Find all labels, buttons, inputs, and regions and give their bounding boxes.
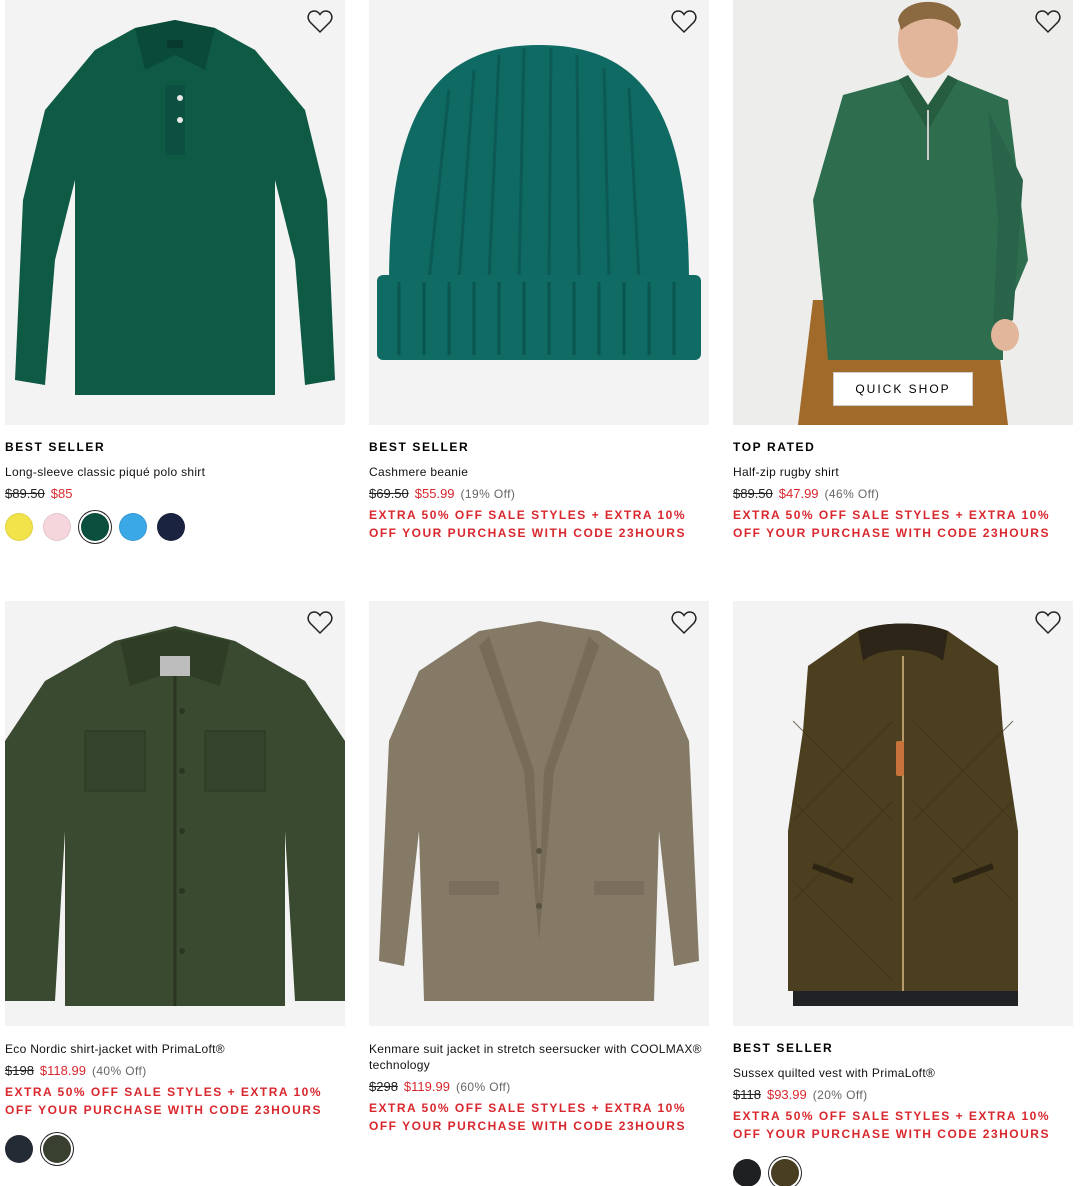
product-badge: BEST SELLER bbox=[369, 440, 470, 454]
beanie-image bbox=[369, 0, 709, 425]
price-row: $118 $93.99 (20% Off) bbox=[733, 1087, 1073, 1104]
color-swatch-olive[interactable] bbox=[43, 1135, 71, 1163]
color-swatches bbox=[733, 1159, 1073, 1186]
sale-price: $55.99 bbox=[414, 486, 455, 501]
product-image[interactable] bbox=[733, 601, 1073, 1026]
price-row: $298 $119.99 (60% Off) bbox=[369, 1079, 709, 1096]
original-price: $198 bbox=[5, 1063, 34, 1078]
sale-price: $47.99 bbox=[778, 486, 819, 501]
color-swatch-pink[interactable] bbox=[43, 513, 71, 541]
promo-text: EXTRA 50% OFF SALE STYLES + EXTRA 10% OF… bbox=[733, 1109, 1051, 1141]
product-card[interactable]: BEST SELLER Sussex quilted vest with Pri… bbox=[733, 601, 1073, 1186]
product-image[interactable] bbox=[5, 601, 345, 1026]
original-price: $118 bbox=[733, 1087, 761, 1102]
promo-text: EXTRA 50% OFF SALE STYLES + EXTRA 10% OF… bbox=[369, 508, 687, 540]
discount-percent: (46% Off) bbox=[824, 487, 880, 501]
original-price: $89.50 bbox=[733, 486, 773, 501]
product-title[interactable]: Sussex quilted vest with PrimaLoft® bbox=[733, 1065, 1073, 1081]
discount-percent: (20% Off) bbox=[812, 1088, 868, 1102]
discount-percent: (19% Off) bbox=[460, 487, 516, 501]
wishlist-heart-icon[interactable] bbox=[307, 611, 333, 635]
promo-text: EXTRA 50% OFF SALE STYLES + EXTRA 10% OF… bbox=[733, 508, 1051, 540]
product-title[interactable]: Half-zip rugby shirt bbox=[733, 464, 1073, 480]
color-swatch-olive[interactable] bbox=[771, 1159, 799, 1186]
product-title[interactable]: Long-sleeve classic piqué polo shirt bbox=[5, 464, 345, 480]
wishlist-heart-icon[interactable] bbox=[1035, 611, 1061, 635]
price-row: $89.50 $85 bbox=[5, 486, 345, 503]
original-price: $69.50 bbox=[369, 486, 409, 501]
suit-jacket-image bbox=[369, 601, 709, 1026]
quilted-vest-image bbox=[733, 601, 1073, 1026]
sale-price: $85 bbox=[50, 486, 73, 501]
color-swatch-navy[interactable] bbox=[157, 513, 185, 541]
product-badge: TOP RATED bbox=[733, 440, 816, 454]
promo-text: EXTRA 50% OFF SALE STYLES + EXTRA 10% OF… bbox=[369, 1101, 687, 1133]
color-swatches bbox=[5, 513, 345, 541]
wishlist-heart-icon[interactable] bbox=[1035, 10, 1061, 34]
product-card[interactable]: BEST SELLER Long-sleeve classic piqué po… bbox=[5, 0, 345, 541]
product-title[interactable]: Cashmere beanie bbox=[369, 464, 709, 480]
product-card[interactable]: BEST SELLER Cashmere beanie $69.50 $55.9… bbox=[369, 0, 709, 542]
product-image[interactable] bbox=[5, 0, 345, 425]
product-image[interactable]: QUICK SHOP bbox=[733, 0, 1073, 425]
product-image[interactable] bbox=[369, 601, 709, 1026]
quick-shop-button[interactable]: QUICK SHOP bbox=[833, 372, 973, 406]
product-title[interactable]: Kenmare suit jacket in stretch seersucke… bbox=[369, 1041, 709, 1073]
color-swatch-green[interactable] bbox=[81, 513, 109, 541]
shirt-jacket-image bbox=[5, 601, 345, 1026]
original-price: $298 bbox=[369, 1079, 398, 1094]
product-image[interactable] bbox=[369, 0, 709, 425]
discount-percent: (60% Off) bbox=[455, 1080, 511, 1094]
wishlist-heart-icon[interactable] bbox=[671, 611, 697, 635]
product-card[interactable]: Kenmare suit jacket in stretch seersucke… bbox=[369, 601, 709, 1135]
wishlist-heart-icon[interactable] bbox=[671, 10, 697, 34]
color-swatch-black[interactable] bbox=[733, 1159, 761, 1186]
color-swatch-yellow[interactable] bbox=[5, 513, 33, 541]
color-swatches bbox=[5, 1135, 345, 1163]
price-row: $89.50 $47.99 (46% Off) bbox=[733, 486, 1073, 503]
polo-shirt-image bbox=[5, 0, 345, 425]
promo-text: EXTRA 50% OFF SALE STYLES + EXTRA 10% OF… bbox=[5, 1085, 323, 1117]
sale-price: $93.99 bbox=[766, 1087, 807, 1102]
sale-price: $119.99 bbox=[403, 1079, 450, 1094]
sale-price: $118.99 bbox=[39, 1063, 86, 1078]
product-badge: BEST SELLER bbox=[5, 440, 106, 454]
color-swatch-blue[interactable] bbox=[119, 513, 147, 541]
wishlist-heart-icon[interactable] bbox=[307, 10, 333, 34]
half-zip-model-image bbox=[733, 0, 1073, 425]
original-price: $89.50 bbox=[5, 486, 45, 501]
discount-percent: (40% Off) bbox=[91, 1064, 147, 1078]
price-row: $198 $118.99 (40% Off) bbox=[5, 1063, 345, 1080]
product-card[interactable]: Eco Nordic shirt-jacket with PrimaLoft® … bbox=[5, 601, 345, 1163]
price-row: $69.50 $55.99 (19% Off) bbox=[369, 486, 709, 503]
product-badge: BEST SELLER bbox=[733, 1041, 834, 1055]
product-title[interactable]: Eco Nordic shirt-jacket with PrimaLoft® bbox=[5, 1041, 345, 1057]
product-card[interactable]: QUICK SHOP TOP RATED Half-zip rugby shir… bbox=[721, 0, 1082, 554]
color-swatch-navy[interactable] bbox=[5, 1135, 33, 1163]
